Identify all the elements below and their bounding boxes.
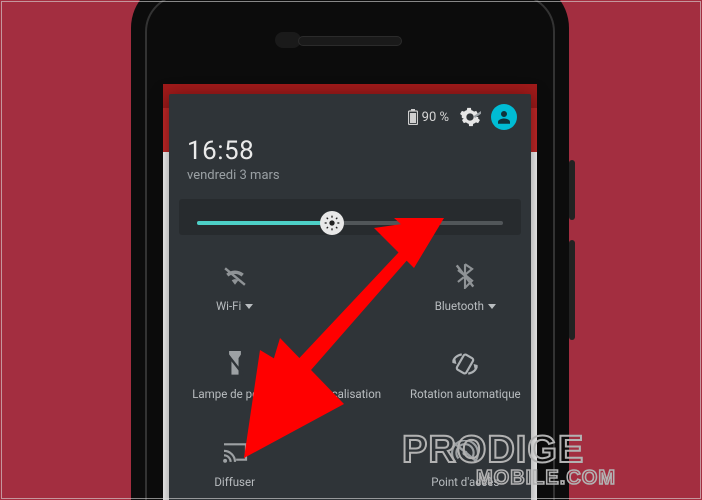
clock-time: 16:58 (187, 136, 513, 166)
tile-hotspot[interactable]: Point d'accès (408, 427, 523, 500)
tile-label: Localisation (319, 387, 381, 401)
battery-icon (408, 109, 418, 125)
tile-label: Diffuser (214, 475, 255, 489)
wifi-off-icon (221, 261, 249, 291)
tile-label: Rotation automatique (410, 387, 521, 401)
tile-label: Point d'accès (431, 475, 499, 489)
chevron-down-icon (488, 304, 496, 309)
tile-cast[interactable]: Diffuser (177, 427, 292, 500)
speaker-grille (298, 36, 402, 46)
settings-icon[interactable] (459, 106, 481, 128)
phone-screen: 90 % 16:58 vendredi 3 mars (163, 84, 537, 500)
tile-location[interactable]: Localisation (292, 339, 407, 427)
volume-button (569, 240, 575, 340)
tile-label: Wi-Fi (216, 299, 241, 313)
tile-bluetooth[interactable]: Bluetooth (408, 251, 523, 339)
tile-flashlight[interactable]: Lampe de poche (177, 339, 292, 427)
user-avatar[interactable] (491, 104, 517, 130)
brightness-fill (197, 221, 332, 225)
hotspot-off-icon (451, 437, 479, 467)
tiles-grid: Wi-Fi Bluetooth (169, 247, 531, 500)
power-button (569, 160, 575, 220)
brightness-slider[interactable] (197, 221, 503, 225)
clock-date: vendredi 3 mars (187, 168, 513, 183)
tile-label: Lampe de poche (192, 387, 277, 401)
tile-label: Bluetooth (435, 299, 484, 313)
battery-indicator: 90 % (408, 109, 449, 125)
brightness-thumb[interactable] (320, 211, 344, 235)
brightness-card (179, 199, 521, 235)
panel-status-row: 90 % (169, 94, 531, 130)
chevron-down-icon (245, 304, 253, 309)
cast-icon (221, 437, 249, 467)
phone-frame: 90 % 16:58 vendredi 3 mars (131, 0, 569, 500)
tile-wifi[interactable]: Wi-Fi (177, 251, 292, 339)
flashlight-icon (226, 349, 244, 379)
clock-block[interactable]: 16:58 vendredi 3 mars (169, 130, 531, 193)
tile-rotation[interactable]: Rotation automatique (408, 339, 523, 427)
battery-text: 90 % (422, 110, 449, 125)
quick-settings-panel: 90 % 16:58 vendredi 3 mars (169, 94, 531, 500)
bluetooth-off-icon (455, 261, 475, 291)
brightness-icon (324, 215, 340, 231)
rotation-icon (451, 349, 479, 379)
